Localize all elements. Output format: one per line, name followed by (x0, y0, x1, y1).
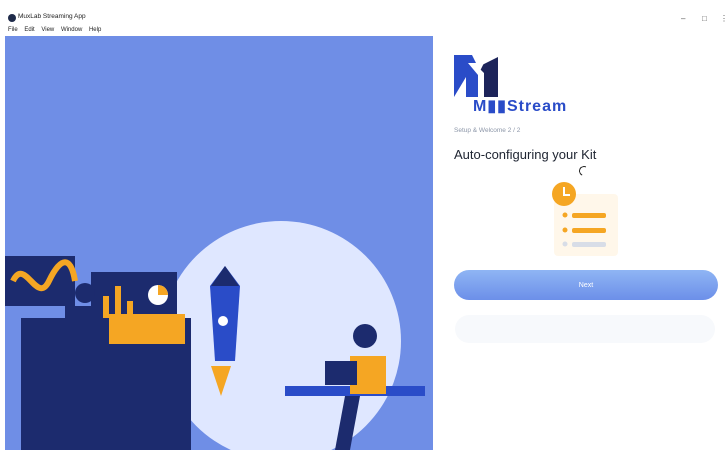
illustration (5, 36, 433, 450)
page-title: Auto-configuring your Kit (454, 147, 597, 162)
menu-file[interactable]: File (8, 27, 18, 33)
maximize-button[interactable]: □ (702, 14, 707, 23)
next-button[interactable]: Next (454, 270, 718, 300)
window-title: MuxLab Streaming App (18, 13, 86, 20)
app-icon (8, 14, 16, 22)
logo-text: M▮▮Stream (473, 98, 568, 115)
startup-illustration (5, 221, 425, 450)
title-bar: MuxLab Streaming App File Edit View Wind… (0, 0, 726, 33)
menu-bar: File Edit View Window Help (8, 27, 106, 33)
minimize-button[interactable]: – (681, 14, 685, 23)
menu-help[interactable]: Help (89, 27, 101, 33)
menu-edit[interactable]: Edit (24, 27, 34, 33)
setup-step-label: Setup & Welcome 2 / 2 (454, 127, 521, 134)
more-button[interactable]: ⋮ (720, 14, 726, 23)
clock-checklist-icon (552, 182, 618, 256)
menu-window[interactable]: Window (61, 27, 82, 33)
menu-view[interactable]: View (41, 27, 54, 33)
secondary-button-placeholder (455, 315, 715, 343)
